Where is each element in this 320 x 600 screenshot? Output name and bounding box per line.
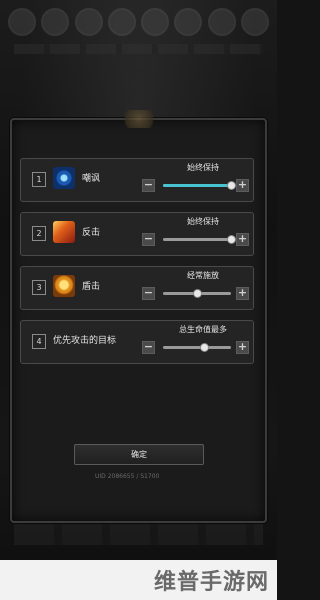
- increase-button[interactable]: +: [236, 341, 249, 354]
- frequency-slider[interactable]: [163, 235, 236, 244]
- watermark-text: 维普手游网: [153, 570, 269, 595]
- decrease-button[interactable]: −: [142, 341, 155, 354]
- slider-knob[interactable]: [227, 235, 236, 244]
- menu-icon: [8, 8, 36, 36]
- target-slider[interactable]: [163, 343, 231, 352]
- decrease-button[interactable]: −: [142, 179, 155, 192]
- crest-icon: [118, 110, 159, 128]
- counter-strike-icon: [53, 221, 75, 243]
- skill-setting-text: 始终保持: [187, 163, 219, 172]
- slider-knob[interactable]: [193, 289, 202, 298]
- skill-row-4: 4 优先攻击的目标 总生命值最多 − +: [20, 320, 254, 364]
- slider-fill: [163, 184, 231, 187]
- menu-icon: [74, 8, 103, 36]
- skill-label: 反击: [82, 228, 101, 238]
- decrease-button[interactable]: −: [142, 287, 155, 300]
- slider-knob[interactable]: [227, 181, 236, 190]
- skill-number: 3: [32, 280, 46, 295]
- menu-icon: [141, 8, 170, 36]
- menu-icon: [240, 8, 269, 36]
- frequency-slider[interactable]: [163, 289, 231, 298]
- top-icon-bar: [8, 8, 269, 46]
- skill-setting-text: 经常施放: [187, 271, 219, 280]
- shield-bash-icon: [53, 275, 75, 297]
- skill-number: 2: [32, 226, 46, 241]
- skill-row-1: 1 嘲讽 始终保持 − +: [20, 158, 254, 202]
- skill-label: 盾击: [82, 282, 101, 292]
- taunt-eye-icon: [53, 167, 75, 189]
- menu-icon: [41, 8, 70, 36]
- skill-row-3: 3 盾击 经常施放 − +: [20, 266, 254, 310]
- skill-label: 优先攻击的目标: [53, 336, 117, 346]
- skill-setting-text: 总生命值最多: [179, 325, 227, 334]
- increase-button[interactable]: +: [236, 233, 249, 246]
- skill-label: 嘲讽: [82, 174, 101, 184]
- footer-id-text: UID 2086655 / S1700: [95, 473, 160, 480]
- decrease-button[interactable]: −: [142, 233, 155, 246]
- skill-number: 4: [32, 334, 46, 349]
- menu-icon: [207, 8, 236, 36]
- frequency-slider[interactable]: [163, 181, 236, 190]
- menu-icon: [107, 8, 136, 36]
- confirm-button[interactable]: 确定: [74, 444, 204, 465]
- skill-row-2: 2 反击 始终保持 − +: [20, 212, 254, 256]
- increase-button[interactable]: +: [236, 179, 249, 192]
- watermark-bar: 维普手游网: [0, 560, 277, 600]
- slider-knob[interactable]: [199, 343, 209, 352]
- skill-number: 1: [32, 172, 46, 187]
- background-strip: [14, 44, 263, 54]
- menu-icon: [174, 8, 203, 36]
- skill-setting-text: 始终保持: [187, 217, 219, 226]
- increase-button[interactable]: +: [236, 287, 249, 300]
